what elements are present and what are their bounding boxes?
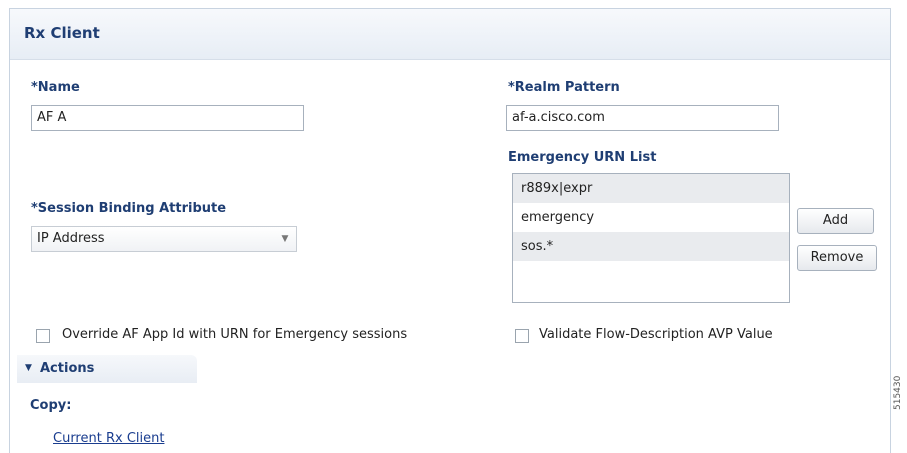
figure-id: 515430 — [893, 375, 903, 410]
session-binding-value: IP Address — [37, 231, 105, 246]
name-input[interactable]: AF A — [31, 105, 304, 131]
current-rx-client-link[interactable]: Current Rx Client — [53, 431, 164, 446]
realm-pattern-label: *Realm Pattern — [508, 80, 620, 95]
emergency-urn-list-label: Emergency URN List — [508, 150, 657, 165]
session-binding-select[interactable]: IP Address ▼ — [31, 226, 297, 252]
override-af-app-id-label: Override AF App Id with URN for Emergenc… — [62, 327, 408, 342]
caret-down-icon: ▼ — [25, 363, 32, 373]
copy-label: Copy: — [30, 398, 72, 413]
session-binding-label: *Session Binding Attribute — [31, 201, 227, 216]
chevron-down-icon[interactable]: ▼ — [278, 232, 292, 246]
override-af-app-id-checkbox[interactable] — [36, 329, 50, 343]
actions-title: Actions — [40, 361, 95, 376]
list-item[interactable]: r889x|expr — [513, 174, 789, 203]
add-button[interactable]: Add — [797, 208, 874, 234]
list-item[interactable]: sos.* — [513, 232, 789, 261]
panel-title: Rx Client — [24, 24, 100, 42]
name-label: *Name — [31, 80, 80, 95]
remove-button[interactable]: Remove — [797, 245, 877, 271]
validate-flow-description-checkbox[interactable] — [515, 329, 529, 343]
panel-header: Rx Client — [10, 9, 890, 60]
list-item[interactable]: emergency — [513, 203, 789, 232]
actions-toggle[interactable]: ▼ Actions — [17, 355, 197, 383]
realm-pattern-input[interactable]: af-a.cisco.com — [506, 105, 779, 131]
emergency-urn-listbox[interactable]: r889x|expr emergency sos.* — [512, 173, 790, 303]
validate-flow-description-label: Validate Flow-Description AVP Value — [539, 327, 773, 342]
